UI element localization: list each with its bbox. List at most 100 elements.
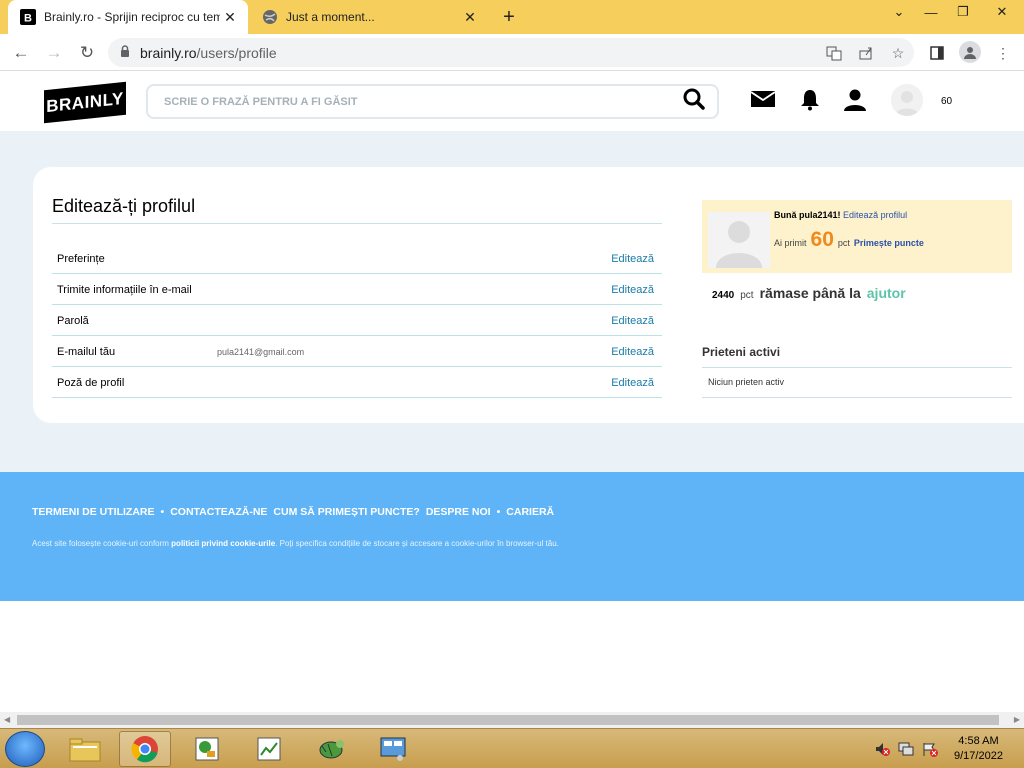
action-center-flag-icon[interactable] [922,741,938,757]
tab-search-chevron-icon[interactable]: ⌄ [884,0,914,24]
footer-link-get-points[interactable]: CUM SĂ PRIMEȘTI PUNCTE? [273,506,419,518]
edit-link[interactable]: Editează [611,377,654,389]
tab-just-a-moment[interactable]: Just a moment... ✕ [250,0,488,34]
close-icon[interactable]: ✕ [220,9,240,26]
settings-row-password: Parolă Editează [52,305,662,336]
chrome-icon[interactable] [119,731,171,767]
cookie-note: Acest site folosește cookie-uri conform … [32,539,559,548]
avatar [708,212,770,268]
row-label: Poză de profil [57,377,125,389]
points-value: 60 [810,228,834,251]
scroll-left-icon[interactable]: ◀ [4,715,10,724]
received-label: Ai primit [774,238,807,248]
forward-arrow-icon[interactable]: → [43,42,65,64]
row-label: Trimite informațiile în e-mail [57,284,192,296]
edit-link[interactable]: Editează [611,284,654,296]
taskbar: 4:58 AM 9/17/2022 [0,728,1024,768]
remaining-number: 2440 [712,290,735,301]
header-points: 60 [941,96,953,107]
bookmark-star-icon[interactable]: ☆ [889,44,907,62]
remaining-unit: pct [740,290,754,301]
user-profile-icon[interactable] [843,89,867,116]
tab-title: Brainly.ro - Sprijin reciproc cu teme [44,10,220,24]
footer: TERMENI DE UTILIZARE • CONTACTEAZĂ-NE CU… [0,472,1024,601]
volume-muted-icon[interactable] [874,741,890,757]
reload-icon[interactable]: ↻ [76,42,98,64]
row-label: E-mailul tău [57,346,116,358]
edit-link[interactable]: Editează [611,315,654,327]
network-app-icon[interactable] [181,731,233,767]
settings-row-profile-picture: Poză de profil Editează [52,367,662,398]
browser-toolbar: ← → ↻ brainly.ro/users/profile ☆ ⋮ [0,34,1024,71]
lock-icon [120,44,130,62]
scroll-right-icon[interactable]: ▶ [1014,715,1020,724]
footer-link-contact[interactable]: CONTACTEAZĂ-NE [170,506,267,518]
edit-link[interactable]: Editează [611,253,654,265]
svg-text:B: B [24,13,32,25]
search-icon[interactable] [683,88,705,115]
avatar[interactable] [891,84,923,116]
get-points-link[interactable]: Primește puncte [854,238,924,248]
settings-row-email: E-mailul tău pula2141@gmail.com Editează [52,336,662,367]
url-host: brainly.ro [140,44,197,61]
file-explorer-icon[interactable] [59,731,111,767]
remaining-text: rămase până la [759,285,861,301]
footer-link-about[interactable]: DESPRE NOI [426,506,491,518]
system-clock[interactable]: 4:58 AM 9/17/2022 [954,734,1003,764]
network-icon[interactable] [898,741,914,757]
edit-profile-link[interactable]: Editează profilul [843,210,907,220]
row-label: Parolă [57,315,89,327]
window-close-icon[interactable]: ✕ [980,0,1024,24]
turtle-app-icon[interactable] [305,731,357,767]
divider [702,367,1012,368]
greeting: Bună pula2141! [774,210,841,220]
start-button[interactable] [5,731,45,767]
cookie-policy-link[interactable]: politicii privind cookie-urile [171,539,275,548]
email-value: pula2141@gmail.com [217,347,305,357]
side-panel-icon[interactable] [928,44,946,62]
edit-link[interactable]: Editează [611,346,654,358]
browser-tab-bar: B Brainly.ro - Sprijin reciproc cu teme … [0,0,1024,34]
restore-icon[interactable]: ❐ [948,0,978,24]
cookie-note-text: . Poți specifica condițiile de stocare ș… [275,539,559,548]
search-bar[interactable]: SCRIE O FRAZĂ PENTRU A FI GĂSIT [146,84,719,119]
address-bar[interactable]: brainly.ro/users/profile [108,38,914,67]
profile-avatar-icon[interactable] [959,41,981,63]
settings-row-preferences: Preferințe Editează [52,243,662,274]
friends-title: Prieteni activi [702,345,781,359]
menu-kebab-icon[interactable]: ⋮ [994,44,1012,62]
site-header: BRAINLY SCRIE O FRAZĂ PENTRU A FI GĂSIT … [0,71,1024,131]
search-input[interactable]: SCRIE O FRAZĂ PENTRU A FI GĂSIT [164,96,683,108]
points-unit: pct [837,238,850,248]
settings-row-email-info: Trimite informațiile în e-mail Editează [52,274,662,305]
footer-link-terms[interactable]: TERMENI DE UTILIZARE [32,506,155,518]
divider [52,223,662,224]
chart-editor-icon[interactable] [243,731,295,767]
clock-time: 4:58 AM [958,735,999,747]
share-icon[interactable] [857,44,875,62]
footer-link-careers[interactable]: CARIERĂ [506,506,554,518]
friends-empty: Niciun prieten activ [708,377,785,387]
close-icon[interactable]: ✕ [460,9,480,26]
notifications-bell-icon[interactable] [800,89,820,116]
messages-envelope-icon[interactable] [750,89,776,114]
back-arrow-icon[interactable]: ← [10,42,32,64]
user-summary-box: Bună pula2141! Editează profilul Ai prim… [702,200,1012,273]
clock-date: 9/17/2022 [954,750,1003,762]
divider [702,397,1012,398]
brainly-favicon-icon: B [20,9,36,25]
horizontal-scrollbar[interactable]: ◀ ▶ [0,712,1024,728]
remaining-target: ajutor [866,285,906,301]
row-label: Preferințe [57,253,105,265]
translate-icon[interactable] [825,44,843,62]
minimize-icon[interactable]: — [916,0,946,24]
separator: • [160,506,165,518]
new-tab-plus-icon[interactable]: + [498,6,520,29]
scrollbar-thumb[interactable] [17,715,999,725]
cookie-note-text: Acest site folosește cookie-uri conform [32,539,172,548]
control-panel-icon[interactable] [367,731,419,767]
footer-links: TERMENI DE UTILIZARE • CONTACTEAZĂ-NE CU… [32,506,554,518]
tab-brainly[interactable]: B Brainly.ro - Sprijin reciproc cu teme … [8,0,248,34]
tab-title: Just a moment... [286,10,375,24]
brainly-logo[interactable]: BRAINLY [44,81,126,124]
